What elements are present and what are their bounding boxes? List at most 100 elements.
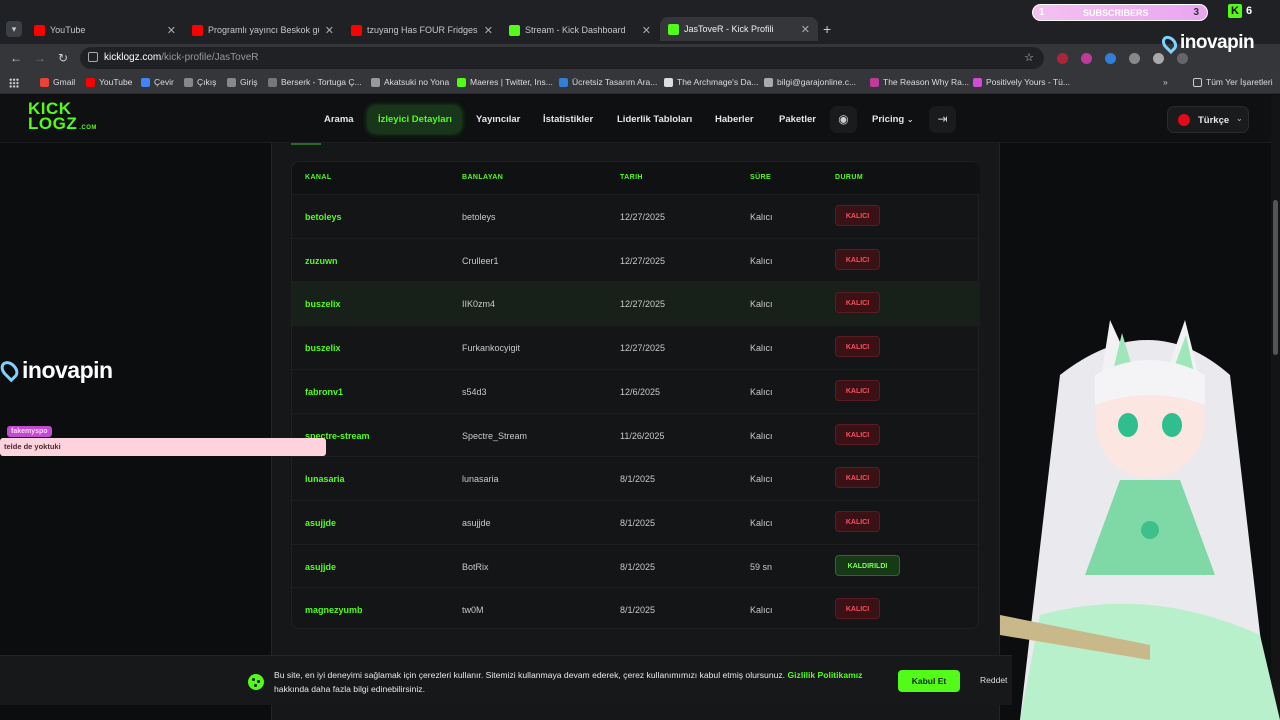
table-row[interactable]: asujjde asujjde 8/1/2025 Kalıcı KALICI bbox=[292, 499, 980, 544]
browser-tab[interactable]: JasToveR - Kick Profili ✕ bbox=[660, 17, 818, 41]
nav-haberler[interactable]: Haberler bbox=[715, 114, 754, 125]
cell-sure: Kalıcı bbox=[750, 255, 773, 266]
pricing-label: Pricing bbox=[872, 114, 905, 125]
language-select[interactable]: Türkçe ⌄ bbox=[1167, 106, 1249, 133]
bookmark-item[interactable]: Ücretsiz Tasarım Ara... bbox=[559, 77, 657, 87]
bookmark-item[interactable]: Çıkış bbox=[184, 77, 216, 87]
browser-tab[interactable]: Stream - Kick Dashboard ✕ bbox=[501, 20, 659, 40]
apps-grid-icon[interactable] bbox=[9, 78, 19, 88]
close-tab-icon[interactable]: ✕ bbox=[642, 24, 651, 37]
bookmark-item[interactable]: Giriş bbox=[227, 77, 257, 87]
bookmark-item[interactable]: The Archmage's Da... bbox=[664, 77, 758, 87]
table-row[interactable]: buszelix IIK0zm4 12/27/2025 Kalıcı KALIC… bbox=[292, 281, 980, 326]
tab-search-icon[interactable]: ▾ bbox=[6, 21, 22, 37]
bookmark-item[interactable]: Maeres | Twitter, Ins... bbox=[457, 77, 553, 87]
chevron-down-icon: ⌄ bbox=[1236, 114, 1243, 123]
cell-kanal[interactable]: buszelix bbox=[305, 343, 341, 353]
nav-paketler[interactable]: Paketler bbox=[779, 114, 816, 125]
extension-icon[interactable] bbox=[1129, 53, 1140, 64]
bookmark-item[interactable]: Çevir bbox=[141, 77, 174, 87]
url-path: /kick-profile/JasToveR bbox=[161, 52, 259, 63]
cell-tarih: 12/27/2025 bbox=[620, 343, 666, 354]
bookmark-label: YouTube bbox=[99, 77, 133, 87]
cell-banlayan: Spectre_Stream bbox=[462, 430, 528, 441]
cell-tarih: 8/1/2025 bbox=[620, 605, 656, 616]
nav-yayincilar[interactable]: Yayıncılar bbox=[476, 114, 520, 125]
table-row[interactable]: betoleys betoleys 12/27/2025 Kalıcı KALI… bbox=[292, 194, 980, 238]
cell-kanal[interactable]: buszelix bbox=[305, 299, 341, 309]
location-pin-icon bbox=[0, 357, 22, 383]
browser-tab[interactable]: YouTube ✕ bbox=[26, 20, 184, 40]
nav-istatistikler[interactable]: İstatistikler bbox=[543, 114, 593, 125]
cell-kanal[interactable]: asujjde bbox=[305, 518, 336, 528]
cell-kanal[interactable]: fabronv1 bbox=[305, 387, 343, 397]
nav-arama[interactable]: Arama bbox=[324, 114, 354, 125]
header-tarih[interactable]: TARIH bbox=[620, 174, 643, 181]
cell-kanal[interactable]: asujjde bbox=[305, 562, 336, 572]
bookmark-star-icon[interactable]: ☆ bbox=[1024, 51, 1034, 64]
header-banlayan[interactable]: BANLAYAN bbox=[462, 174, 503, 181]
discord-icon[interactable]: ◉ bbox=[830, 106, 857, 133]
extension-icon[interactable] bbox=[1105, 53, 1116, 64]
nav-pricing[interactable]: Pricing ⌄ bbox=[872, 114, 914, 125]
table-row[interactable]: lunasaria lunasaria 8/1/2025 Kalıcı KALI… bbox=[292, 456, 980, 500]
kick-follower-count: K 6 bbox=[1228, 2, 1258, 20]
bookmark-item[interactable]: YouTube bbox=[86, 77, 132, 87]
table-header: KANAL BANLAYAN TARIH SÜRE DURUM bbox=[292, 162, 980, 194]
cell-tarih: 8/1/2025 bbox=[620, 474, 656, 485]
privacy-policy-link[interactable]: Gizlilik Politikamız bbox=[787, 670, 862, 680]
bookmarks-overflow-icon[interactable]: » bbox=[1163, 77, 1168, 87]
chat-username: fakemyspo bbox=[7, 426, 52, 437]
login-icon[interactable]: ⇥ bbox=[929, 106, 956, 133]
bookmark-item[interactable]: Berserk - Tortuga Ç... bbox=[268, 77, 362, 87]
extension-icon[interactable] bbox=[1081, 53, 1092, 64]
cell-kanal[interactable]: magnezyumb bbox=[305, 605, 363, 615]
tab-title: YouTube bbox=[50, 25, 86, 35]
header-kanal[interactable]: KANAL bbox=[305, 174, 332, 181]
table-row[interactable]: asujjde BotRix 8/1/2025 59 sn KALDIRILDI bbox=[292, 543, 980, 588]
tab-title: tzuyang Has FOUR Fridges?! W... bbox=[367, 25, 478, 35]
reload-icon[interactable]: ↻ bbox=[58, 51, 68, 65]
cell-banlayan: s54d3 bbox=[462, 386, 487, 397]
table-row[interactable]: buszelix Furkankocyigit 12/27/2025 Kalıc… bbox=[292, 325, 980, 369]
close-tab-icon[interactable]: ✕ bbox=[801, 23, 810, 36]
kicklogz-logo[interactable]: KICK LOGZ .COM bbox=[28, 100, 96, 137]
accept-cookies-button[interactable]: Kabul Et bbox=[898, 670, 960, 692]
table-row[interactable]: fabronv1 s54d3 12/6/2025 Kalıcı KALICI bbox=[292, 368, 980, 413]
tab-favicon-icon bbox=[509, 24, 520, 36]
bookmark-item[interactable]: Akatsuki no Yona bbox=[371, 77, 449, 87]
header-durum[interactable]: DURUM bbox=[835, 174, 863, 181]
new-tab-button[interactable]: + bbox=[823, 21, 831, 37]
cell-banlayan: IIK0zm4 bbox=[462, 299, 496, 310]
cell-banlayan: asujjde bbox=[462, 517, 491, 528]
forward-icon[interactable]: → bbox=[34, 51, 46, 65]
bookmark-item[interactable]: bilgi@garajonline.c... bbox=[764, 77, 856, 87]
table-row[interactable]: zuzuwn Crulleer1 12/27/2025 Kalıcı KALIC… bbox=[292, 237, 980, 282]
browser-tab[interactable]: tzuyang Has FOUR Fridges?! W... ✕ bbox=[343, 20, 501, 40]
bookmark-favicon-icon bbox=[227, 77, 236, 87]
site-info-icon[interactable] bbox=[88, 52, 98, 62]
status-badge: KALICI bbox=[835, 336, 880, 358]
all-bookmarks[interactable]: Tüm Yer İşaretleri bbox=[1193, 77, 1273, 87]
header-sure[interactable]: SÜRE bbox=[750, 174, 771, 181]
kick-icon: K bbox=[1228, 4, 1242, 18]
table-row[interactable]: spectre-stream Spectre_Stream 11/26/2025… bbox=[292, 412, 980, 457]
cell-kanal[interactable]: zuzuwn bbox=[305, 256, 338, 266]
table-row[interactable]: magnezyumb tw0M 8/1/2025 Kalıcı KALICI bbox=[292, 587, 980, 631]
url-input[interactable]: kicklogz.com/kick-profile/JasToveR ☆ bbox=[80, 47, 1044, 69]
extension-icon[interactable] bbox=[1057, 53, 1068, 64]
bookmark-item[interactable]: The Reason Why Ra... bbox=[870, 77, 969, 87]
close-tab-icon[interactable]: ✕ bbox=[484, 24, 493, 37]
back-icon[interactable]: ← bbox=[10, 51, 22, 65]
bookmark-item[interactable]: Positively Yours - Tü... bbox=[973, 77, 1070, 87]
close-tab-icon[interactable]: ✕ bbox=[167, 24, 176, 37]
cell-kanal[interactable]: lunasaria bbox=[305, 474, 345, 484]
browser-tab[interactable]: Programlı yayıncı Beskok gülm... ✕ bbox=[184, 20, 342, 40]
url-host: kicklogz.com bbox=[104, 52, 162, 63]
cell-kanal[interactable]: betoleys bbox=[305, 212, 342, 222]
nav-izleyici-detaylari[interactable]: İzleyici Detayları bbox=[368, 106, 461, 133]
bookmark-label: Maeres | Twitter, Ins... bbox=[470, 77, 553, 87]
bookmark-item[interactable]: Gmail bbox=[40, 77, 75, 87]
nav-liderlik-tablolari[interactable]: Liderlik Tabloları bbox=[617, 114, 692, 125]
close-tab-icon[interactable]: ✕ bbox=[325, 24, 334, 37]
